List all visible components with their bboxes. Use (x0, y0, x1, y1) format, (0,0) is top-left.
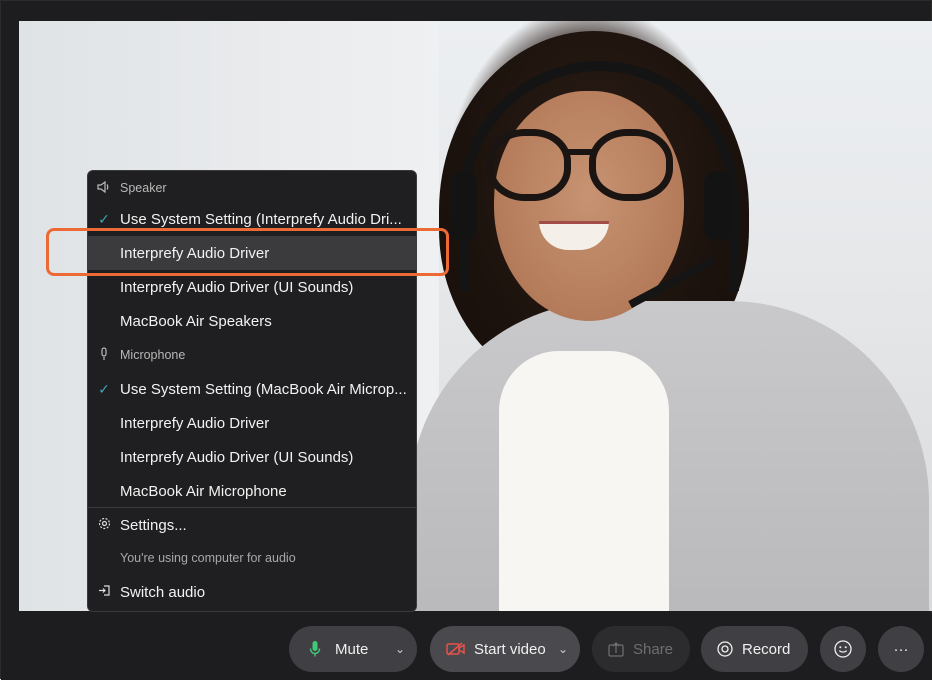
record-button[interactable]: Record (701, 626, 808, 672)
chevron-down-icon[interactable]: ⌄ (395, 642, 405, 656)
checkmark-icon: ✓ (98, 210, 110, 227)
speaker-section-label: Speaker (120, 181, 167, 195)
microphone-icon (309, 640, 321, 658)
record-icon (717, 641, 733, 657)
settings-menu-item[interactable]: Settings... (88, 508, 416, 542)
video-off-icon (446, 642, 466, 656)
checkmark-icon: ✓ (98, 380, 110, 397)
highlight-annotation (46, 228, 449, 276)
mic-option-interprefy-ui-sounds[interactable]: Interprefy Audio Driver (UI Sounds) (88, 440, 416, 474)
mute-button[interactable]: Mute ⌄ (289, 626, 417, 672)
microphone-section-label: Microphone (120, 348, 186, 362)
share-button[interactable]: Share (592, 626, 690, 672)
speaker-option-macbook[interactable]: MacBook Air Speakers (88, 304, 416, 338)
mic-option-interprefy[interactable]: Interprefy Audio Driver (88, 406, 416, 440)
mic-option-system[interactable]: ✓ Use System Setting (MacBook Air Microp… (88, 372, 416, 406)
mic-option-macbook[interactable]: MacBook Air Microphone (88, 474, 416, 508)
meeting-window: Speaker ✓ Use System Setting (Interprefy… (0, 0, 932, 680)
meeting-toolbar: Mute ⌄ Start video ⌄ Share Record ··· (1, 613, 932, 680)
start-video-button[interactable]: Start video ⌄ (430, 626, 580, 672)
audio-source-note: You're using computer for audio (120, 551, 296, 565)
reactions-button[interactable] (820, 626, 866, 672)
emoji-icon (834, 640, 852, 658)
share-icon (608, 641, 624, 657)
gear-icon (94, 517, 114, 533)
switch-audio-menu-item[interactable]: Switch audio (88, 575, 416, 609)
speaker-icon (94, 180, 114, 196)
switch-audio-icon (94, 584, 114, 600)
microphone-section-header: Microphone (88, 338, 416, 372)
more-icon: ··· (893, 640, 909, 658)
speaker-section-header: Speaker (88, 171, 416, 205)
more-options-button[interactable]: ··· (878, 626, 924, 672)
microphone-icon (94, 346, 114, 364)
chevron-down-icon[interactable]: ⌄ (558, 642, 568, 656)
